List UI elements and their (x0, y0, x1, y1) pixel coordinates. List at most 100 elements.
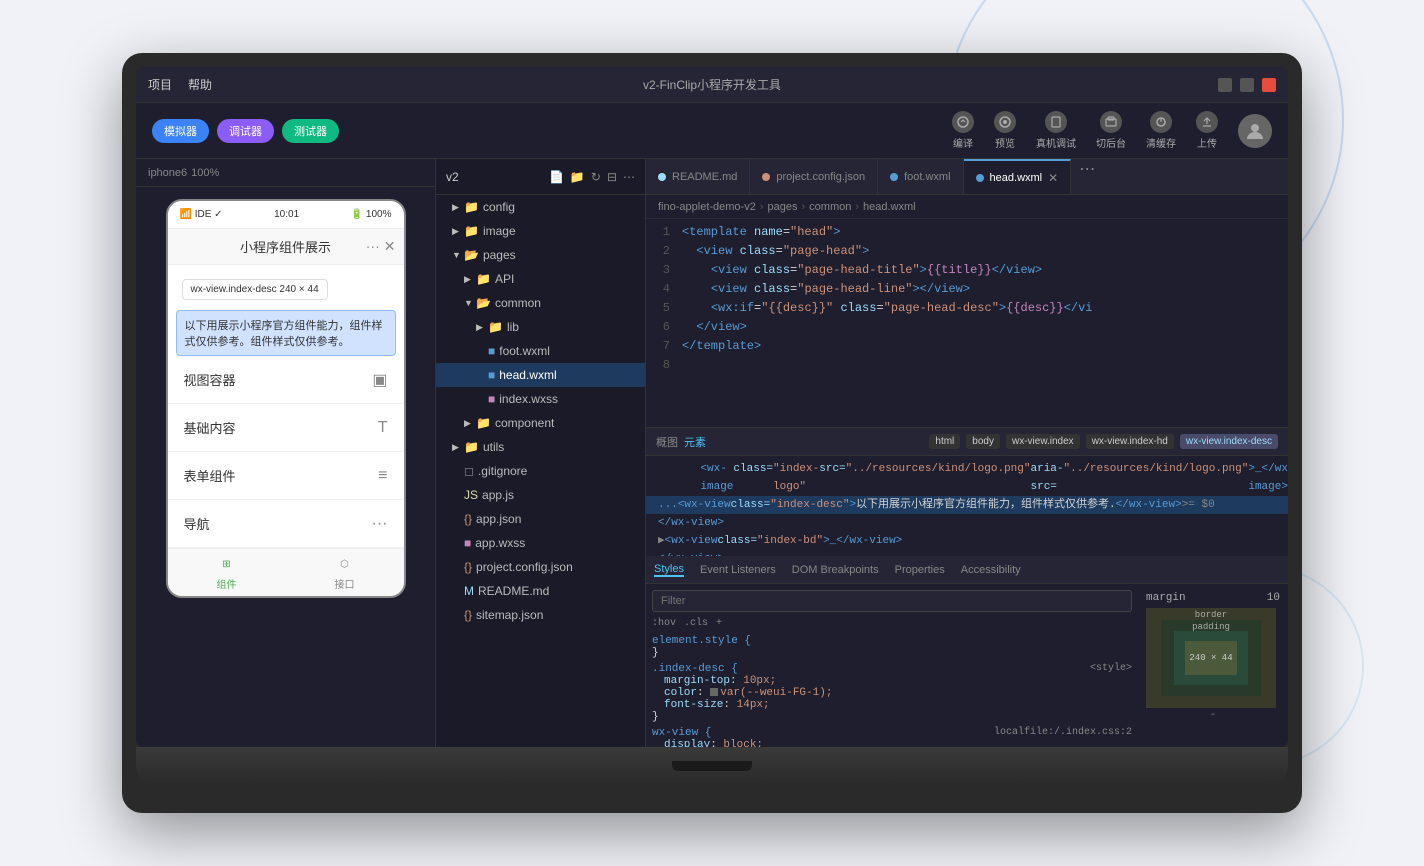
action-compile[interactable]: 编译 (952, 111, 974, 150)
tree-item-utils[interactable]: ▶ 📁 utils (436, 435, 645, 459)
nav-item-components[interactable]: ⊞ 组件 (217, 554, 237, 591)
phone-titlebar-icons: ··· ✕ (366, 238, 396, 255)
pseudo-hov[interactable]: :hov (652, 618, 676, 629)
tag-html[interactable]: html (929, 434, 960, 449)
line-num-4: 4 (646, 280, 682, 299)
line-content-7: </template> (682, 337, 761, 356)
devtools-tab-event-listeners[interactable]: Event Listeners (700, 564, 776, 576)
action-device-debug[interactable]: 真机调试 (1036, 111, 1076, 150)
tree-label-config: config (483, 200, 515, 214)
tree-item-app-js[interactable]: ▶ JS app.js (436, 483, 645, 507)
style-rule-index-desc: .index-desc { <style> margin-top: 10px; … (652, 663, 1132, 723)
nav-components-icon: ⊞ (217, 554, 237, 574)
boxmodel-header: margin 10 (1146, 592, 1280, 604)
more-icon[interactable]: ··· (366, 238, 380, 255)
folder-component-icon: 📁 (476, 416, 491, 430)
filetree-new-file-icon[interactable]: 📄 (549, 170, 564, 184)
list-item-1[interactable]: 基础内容 T (168, 404, 404, 452)
editor-tab-readme[interactable]: README.md (646, 159, 750, 194)
tab-dot-readme (658, 173, 666, 181)
menu-project[interactable]: 项目 (148, 76, 172, 93)
editor-panel: README.md project.config.json foot.wxml … (646, 159, 1288, 747)
tree-arrow-common: ▼ (464, 298, 476, 308)
boxmodel-panel: margin 10 border padding (1138, 584, 1288, 747)
file-foot-wxml-icon: ■ (488, 344, 495, 358)
tab-test[interactable]: 测试器 (282, 119, 339, 143)
action-background[interactable]: 切后台 (1096, 111, 1126, 150)
list-item-2[interactable]: 表单组件 ≡ (168, 452, 404, 500)
breadcrumb-sep-1: › (760, 201, 764, 213)
style-val-1-2: 14px; (737, 699, 770, 711)
tree-item-api[interactable]: ▶ 📁 API (436, 267, 645, 291)
devtools-tab-dom-breakpoints[interactable]: DOM Breakpoints (792, 564, 879, 576)
tag-wx-view-index-hd[interactable]: wx-view.index-hd (1086, 434, 1174, 449)
style-prop-2-0: display (664, 739, 710, 747)
breadcrumb-4: head.wxml (863, 201, 916, 213)
tag-body[interactable]: body (966, 434, 1000, 449)
tree-item-readme[interactable]: ▶ M README.md (436, 579, 645, 603)
maximize-button[interactable] (1240, 78, 1254, 92)
filetree-refresh-icon[interactable]: ↻ (591, 170, 601, 184)
tab-debug[interactable]: 调试器 (217, 119, 274, 143)
tree-item-component[interactable]: ▶ 📁 component (436, 411, 645, 435)
tree-item-config[interactable]: ▶ 📁 config (436, 195, 645, 219)
user-avatar[interactable] (1238, 114, 1272, 148)
tree-item-common[interactable]: ▼ 📂 common (436, 291, 645, 315)
background-label: 切后台 (1096, 135, 1126, 150)
tree-item-index-wxss[interactable]: ▶ ■ index.wxss (436, 387, 645, 411)
tab-more-icon[interactable]: ⋯ (1071, 159, 1103, 194)
pseudo-plus[interactable]: + (716, 618, 722, 629)
styles-filter-input[interactable] (652, 590, 1132, 612)
tree-item-head-wxml[interactable]: ▶ ■ head.wxml (436, 363, 645, 387)
tree-item-gitignore[interactable]: ▶ ◻ .gitignore (436, 459, 645, 483)
tree-item-sitemap[interactable]: ▶ {} sitemap.json (436, 603, 645, 627)
close-button[interactable] (1262, 78, 1276, 92)
tree-item-app-json[interactable]: ▶ {} app.json (436, 507, 645, 531)
file-app-wxss-icon: ■ (464, 536, 471, 550)
devtools-tab-accessibility[interactable]: Accessibility (961, 564, 1021, 576)
editor-tab-foot-wxml[interactable]: foot.wxml (878, 159, 963, 194)
phone-titlebar: 小程序组件展示 ··· ✕ (168, 229, 404, 265)
tab-simulator[interactable]: 模拟器 (152, 119, 209, 143)
code-editor[interactable]: 1 <template name="head"> 2 <view class="… (646, 219, 1288, 427)
tree-label-lib: lib (507, 320, 519, 334)
devtools-tab-properties[interactable]: Properties (895, 564, 945, 576)
close-mini-icon[interactable]: ✕ (384, 238, 396, 255)
preview-icon (994, 111, 1016, 133)
editor-tab-project-config[interactable]: project.config.json (750, 159, 878, 194)
tree-item-project-config[interactable]: ▶ {} project.config.json (436, 555, 645, 579)
tag-wx-view-index[interactable]: wx-view.index (1006, 434, 1080, 449)
tree-label-readme: README.md (478, 584, 549, 598)
tree-item-lib[interactable]: ▶ 📁 lib (436, 315, 645, 339)
tree-item-foot-wxml[interactable]: ▶ ■ foot.wxml (436, 339, 645, 363)
titlebar-left: 项目 帮助 (148, 76, 212, 93)
phone-signal: 📶 IDE ✓ (180, 209, 223, 220)
filetree-collapse-icon[interactable]: ⊟ (607, 170, 617, 184)
list-item-0[interactable]: 视图容器 ▣ (168, 356, 404, 404)
menu-help[interactable]: 帮助 (188, 76, 212, 93)
list-item-3[interactable]: 导航 ··· (168, 500, 404, 548)
tab-label-head: head.wxml (990, 172, 1043, 184)
pseudo-cls[interactable]: .cls (684, 618, 708, 629)
toolbar-actions: 编译 预览 真机调试 切后台 清缓存 (952, 111, 1272, 150)
line-content-4: <view class="page-head-line"></view> (682, 280, 970, 299)
line-num-3: 3 (646, 261, 682, 280)
breadcrumb-1: fino-applet-demo-v2 (658, 201, 756, 213)
app-main: iphone6 100% 📶 IDE ✓ 10:01 🔋 100% 小程序组件展… (136, 159, 1288, 747)
tree-item-pages[interactable]: ▼ 📂 pages (436, 243, 645, 267)
tag-wx-view-index-desc[interactable]: wx-view.index-desc (1180, 434, 1278, 449)
action-upload[interactable]: 上传 (1196, 111, 1218, 150)
minimize-button[interactable] (1218, 78, 1232, 92)
nav-item-api[interactable]: ⬡ 接口 (335, 554, 355, 591)
filetree-new-folder-icon[interactable]: 📁 (570, 170, 585, 184)
tree-item-image[interactable]: ▶ 📁 image (436, 219, 645, 243)
tab-close-head[interactable]: ✕ (1048, 171, 1058, 185)
line-num-8: 8 (646, 356, 682, 375)
filetree-more-icon[interactable]: ⋯ (623, 170, 635, 184)
tree-item-app-wxss[interactable]: ▶ ■ app.wxss (436, 531, 645, 555)
action-clear-cache[interactable]: 清缓存 (1146, 111, 1176, 150)
editor-tab-head-wxml[interactable]: head.wxml ✕ (964, 159, 1072, 194)
devtools-tab-styles[interactable]: Styles (654, 563, 684, 577)
action-preview[interactable]: 预览 (994, 111, 1016, 150)
nav-api-label: 接口 (335, 576, 355, 591)
